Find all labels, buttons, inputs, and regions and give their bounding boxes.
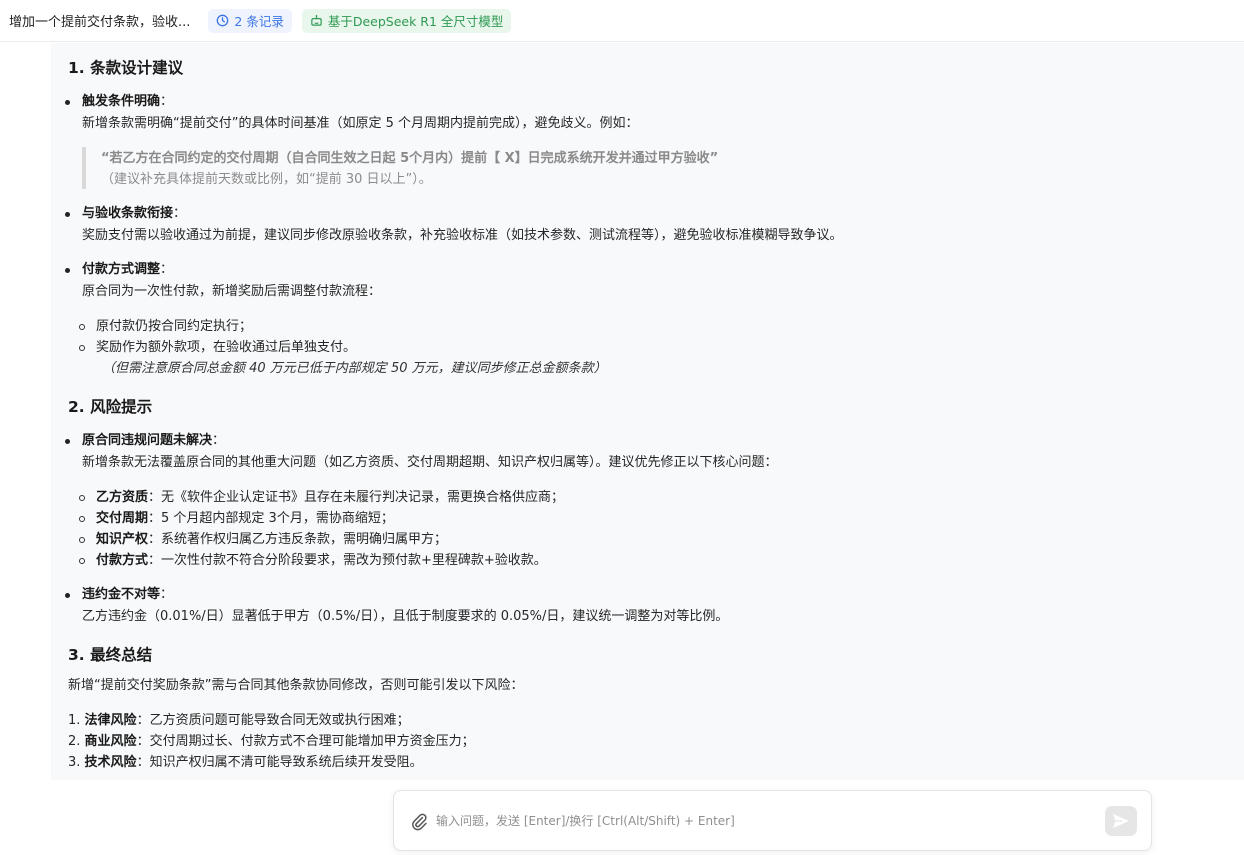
blockquote-bar (82, 147, 86, 189)
clock-icon (217, 14, 229, 27)
sub-list-item: 交付周期：5 个月超内部规定 3个月，需协商缩短； (96, 511, 394, 526)
list-item-text: 原合同为一次性付款，新增奖励后需调整付款流程： (82, 284, 382, 299)
list-item-text: 新增条款需明确“提前交付”的具体时间基准（如原定 5 个月周期内提前完成），避免… (82, 116, 639, 131)
list-item-title: 原合同违规问题未解决： (82, 433, 226, 448)
list-item-title: 与验收条款衔接： (82, 206, 187, 221)
send-icon (1113, 814, 1129, 828)
model-label: 基于DeepSeek R1 全尺寸模型 (327, 14, 504, 29)
sub-bullet (79, 516, 85, 522)
list-item-text: 奖励支付需以验收通过为前提，建议同步修改原验收条款，补充验收标准（如技术参数、测… (82, 228, 843, 243)
ordered-list-item: 2. 商业风险：交付周期过长、付款方式不合理可能增加甲方资金压力； (68, 734, 475, 749)
message-composer (393, 790, 1152, 851)
list-item-title: 触发条件明确： (82, 94, 174, 109)
section-heading: 2. 风险提示 (68, 398, 153, 416)
sub-bullet (79, 324, 85, 330)
sub-list-item: 知识产权：系统著作权归属乙方违反条款，需明确归属甲方； (96, 532, 448, 547)
bullet-dot (65, 100, 70, 105)
bullet-dot (65, 439, 70, 444)
robot-icon (311, 15, 322, 26)
list-item-text: 新增条款无法覆盖原合同的其他重大问题（如乙方资质、交付周期超期、知识产权归属等）… (82, 455, 778, 470)
section-heading: 1. 条款设计建议 (68, 59, 184, 77)
sub-bullet (79, 495, 85, 501)
sub-bullet (79, 345, 85, 351)
question-input[interactable] (436, 810, 1076, 832)
conversation-title[interactable]: 增加一个提前交付条款，验收... (9, 11, 190, 30)
sub-list-item: 原付款仍按合同约定执行； (96, 319, 253, 334)
list-item-text: 乙方违约金（0.01%/日）显著低于甲方（0.5%/日），且低于制度要求的 0.… (82, 609, 729, 624)
sub-list-item: 付款方式：一次性付款不符合分阶段要求，需改为预付款+里程碑款+验收款。 (96, 553, 547, 568)
records-badge[interactable]: 2 条记录 (208, 8, 292, 33)
sub-bullet (79, 558, 85, 564)
summary-intro: 新增“提前交付奖励条款”需与合同其他条款协同修改，否则可能引发以下风险： (68, 678, 524, 693)
chat-message-area: 1. 条款设计建议 触发条件明确： 新增条款需明确“提前交付”的具体时间基准（如… (51, 43, 1244, 780)
sub-bullet (79, 537, 85, 543)
bullet-dot (65, 212, 70, 217)
records-label: 2 条记录 (234, 14, 284, 29)
ordered-list-item: 1. 法律风险：乙方资质问题可能导致合同无效或执行困难； (68, 713, 410, 728)
section-heading: 3. 最终总结 (68, 646, 153, 664)
bullet-dot (65, 593, 70, 598)
chat-header: 增加一个提前交付条款，验收... 2 条记录 基于DeepSeek R1 全尺寸… (0, 0, 1244, 42)
list-item-title: 付款方式调整： (82, 262, 174, 277)
bullet-dot (65, 268, 70, 273)
model-badge: 基于DeepSeek R1 全尺寸模型 (301, 8, 512, 33)
blockquote-note: （建议补充具体提前天数或比例，如“提前 30 日以上”）。 (101, 172, 432, 187)
note-text: （但需注意原合同总金额 40 万元已低于内部规定 50 万元，建议同步修正总金额… (102, 361, 607, 376)
blockquote-text: “若乙方在合同约定的交付周期（自合同生效之日起 5个月内）提前【 X】日完成系统… (101, 151, 719, 166)
sub-list-item: 乙方资质：无《软件企业认定证书》且存在未履行判决记录，需更换合格供应商； (96, 490, 565, 505)
send-button[interactable] (1105, 806, 1137, 836)
sub-list-item: 奖励作为额外款项，在验收通过后单独支付。 (96, 340, 357, 355)
paperclip-icon[interactable] (409, 811, 429, 835)
list-item-title: 违约金不对等： (82, 587, 174, 602)
ordered-list-item: 3. 技术风险：知识产权归属不清可能导致系统后续开发受阻。 (68, 755, 423, 770)
